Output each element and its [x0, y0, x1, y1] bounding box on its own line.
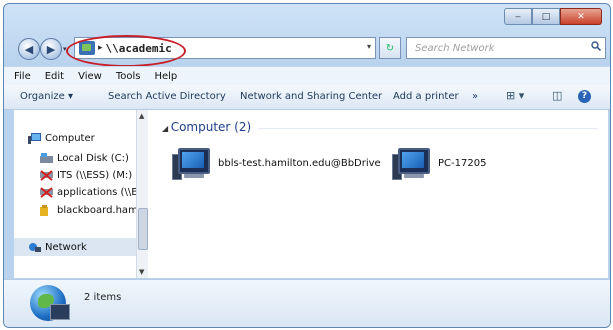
- refresh-button[interactable]: ↻: [379, 37, 401, 59]
- search-icon[interactable]: [591, 41, 601, 51]
- forward-button[interactable]: ▶: [40, 38, 62, 60]
- scroll-down-arrow[interactable]: ▼: [139, 268, 144, 276]
- highlight-circle-annotation: [66, 35, 186, 67]
- computer-item-bbls-test[interactable]: bbls-test.hamilton.edu@BbDrive: [172, 146, 381, 180]
- tree-label-its-drive: ITS (\\ESS) (M:): [57, 170, 133, 181]
- scroll-up-arrow[interactable]: ▲: [139, 112, 144, 120]
- collapse-triangle-icon[interactable]: ◢: [162, 124, 171, 133]
- menu-help[interactable]: Help: [154, 71, 177, 82]
- search-box[interactable]: [406, 37, 606, 59]
- help-button[interactable]: ?: [578, 90, 591, 103]
- drive-icon: [40, 153, 53, 163]
- forward-arrow-icon: ▶: [46, 42, 56, 56]
- item-count: 2 items: [84, 292, 122, 303]
- network-computer-icon: [392, 146, 432, 180]
- computer-name: bbls-test.hamilton.edu@BbDrive: [218, 157, 381, 169]
- menu-file[interactable]: File: [14, 71, 31, 82]
- minimize-button[interactable]: ‒: [504, 8, 532, 25]
- menu-tools[interactable]: Tools: [116, 71, 141, 82]
- command-bar: Organize ▾ Search Active Directory Netwo…: [4, 85, 610, 110]
- network-drive-icon: [40, 170, 53, 181]
- organize-button[interactable]: Organize ▾: [20, 91, 73, 102]
- tree-item-local-disk[interactable]: Local Disk (C:): [40, 153, 129, 164]
- group-title: Computer (2): [170, 120, 252, 134]
- caption-buttons: ‒ □ ✕: [504, 8, 602, 25]
- search-active-directory-button[interactable]: Search Active Directory: [108, 91, 226, 102]
- menu-view[interactable]: View: [78, 71, 102, 82]
- add-printer-button[interactable]: Add a printer: [393, 91, 459, 102]
- menu-bar: File Edit View Tools Help: [4, 66, 610, 85]
- tree-label-local-disk: Local Disk (C:): [57, 153, 129, 164]
- content-area: ◢ Computer (2) bbls-test.hamilton.edu@Bb…: [148, 110, 608, 278]
- group-header-computer[interactable]: ◢ Computer (2): [162, 120, 251, 134]
- back-button[interactable]: ◀: [18, 38, 40, 60]
- back-arrow-icon: ◀: [24, 42, 34, 56]
- preview-pane-button[interactable]: ◫: [552, 89, 562, 102]
- network-computer-icon: [172, 146, 212, 180]
- group-divider: [258, 128, 598, 129]
- tree-item-computer[interactable]: Computer: [28, 133, 95, 144]
- tree-label-computer: Computer: [45, 133, 95, 144]
- network-icon: [29, 242, 41, 252]
- explorer-window: ‒ □ ✕ ◀ ▶ ▾ ▸ \\academic ▾ ↻ File Edit V…: [3, 3, 611, 328]
- more-commands-button[interactable]: »: [472, 91, 478, 102]
- close-button[interactable]: ✕: [560, 8, 602, 25]
- computer-item-pc-17205[interactable]: PC-17205: [392, 146, 487, 180]
- address-dropdown-icon[interactable]: ▾: [367, 42, 371, 51]
- computer-icon: [28, 133, 41, 144]
- tree-item-blackboard[interactable]: blackboard.hami: [40, 205, 141, 216]
- network-sharing-center-button[interactable]: Network and Sharing Center: [240, 91, 382, 102]
- tree-label-applications-drive: applications (\\E: [57, 187, 138, 198]
- network-drive-icon: [40, 187, 53, 198]
- folder-icon: [40, 205, 48, 216]
- scrollbar-thumb[interactable]: [138, 208, 148, 250]
- tree-item-network[interactable]: Network: [14, 238, 146, 256]
- tree-item-its-drive[interactable]: ITS (\\ESS) (M:): [40, 170, 132, 181]
- network-computer-overlay-icon: [50, 304, 70, 320]
- navigation-pane: Computer Local Disk (C:) ITS (\\ESS) (M:…: [14, 110, 146, 278]
- view-options-button[interactable]: ⊞ ▾: [506, 89, 524, 102]
- tree-label-blackboard: blackboard.hami: [57, 205, 141, 216]
- navigation-pane-scrollbar[interactable]: ▲ ▼: [136, 110, 148, 278]
- menu-edit[interactable]: Edit: [45, 71, 64, 82]
- tree-label-network: Network: [45, 241, 87, 253]
- maximize-button[interactable]: □: [532, 8, 560, 25]
- tree-item-applications-drive[interactable]: applications (\\E: [40, 187, 138, 198]
- search-input[interactable]: [413, 41, 587, 55]
- details-pane: 2 items: [4, 279, 610, 327]
- computer-name: PC-17205: [438, 157, 487, 169]
